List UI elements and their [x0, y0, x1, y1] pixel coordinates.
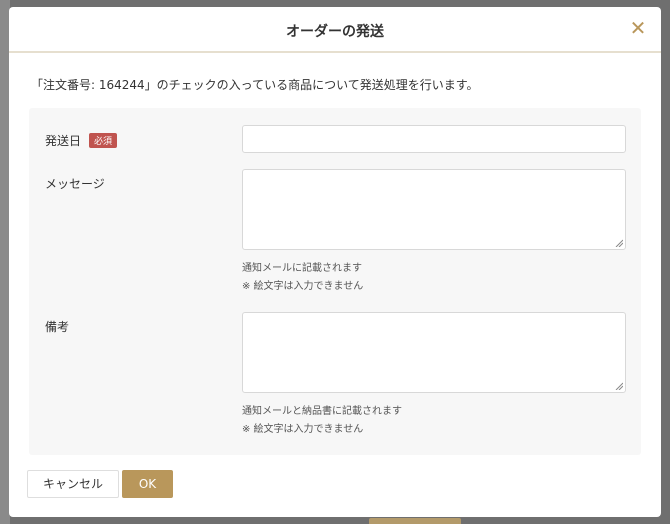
remarks-textarea[interactable] — [242, 312, 626, 393]
ship-order-modal: オーダーの発送 ✕ 「注文番号: 164244」のチェックの入っている商品につい… — [9, 7, 661, 517]
remarks-emoji-note: ※ 絵文字は入力できません — [242, 424, 364, 435]
modal-header: オーダーの発送 ✕ — [9, 7, 661, 53]
ship-date-label-text: 発送日 — [45, 134, 82, 148]
form-panel: 発送日 必須 メッセージ 通知メールに記載されます ※ 絵文字は入力できません 備… — [29, 108, 641, 455]
intro-text: 「注文番号: 164244」のチェックの入っている商品について発送処理を行います… — [31, 78, 479, 92]
modal-title: オーダーの発送 — [286, 24, 384, 40]
background-button — [369, 518, 461, 524]
remarks-hint: 通知メールと納品書に記載されます — [242, 406, 402, 417]
message-textarea[interactable] — [242, 169, 626, 250]
message-hint: 通知メールに記載されます — [242, 263, 362, 274]
close-icon[interactable]: ✕ — [628, 17, 648, 39]
cancel-button[interactable]: キャンセル — [27, 470, 119, 498]
resize-handle-icon[interactable] — [615, 239, 623, 247]
ship-date-label: 発送日 必須 — [45, 132, 118, 149]
ok-button[interactable]: OK — [122, 470, 173, 498]
ship-date-input[interactable] — [242, 125, 626, 153]
required-badge: 必須 — [89, 133, 118, 148]
remarks-label: 備考 — [45, 320, 70, 334]
message-emoji-note: ※ 絵文字は入力できません — [242, 281, 364, 292]
message-label: メッセージ — [45, 177, 105, 191]
resize-handle-icon[interactable] — [615, 382, 623, 390]
